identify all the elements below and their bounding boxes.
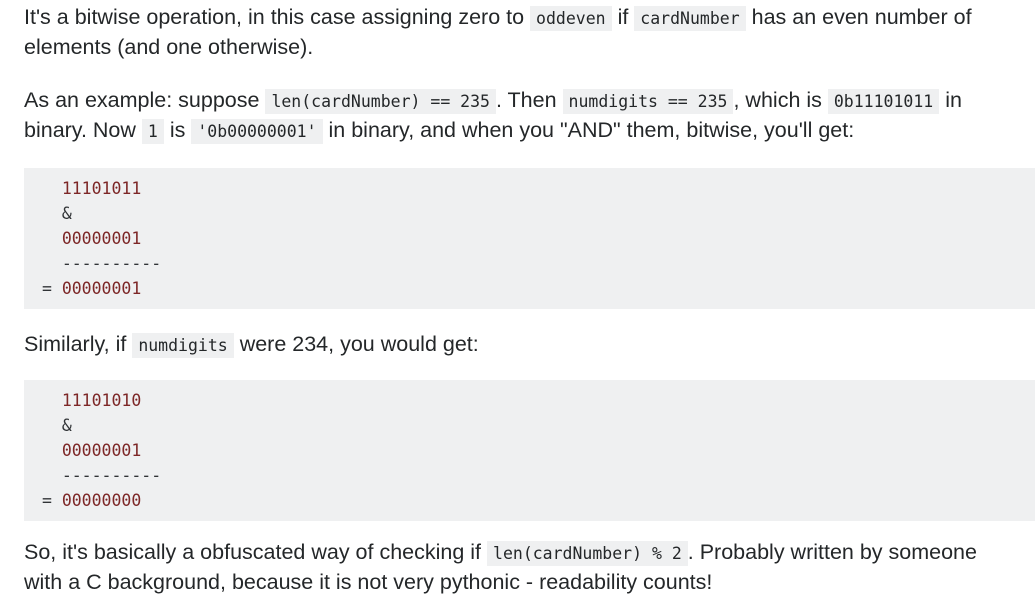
text: in [939,88,962,112]
text: Similarly, if [24,332,133,356]
binary-operand-a: 11101010 [61,391,142,410]
text: has an even number of [745,5,972,29]
inline-code: len(cardNumber) % 2 [487,541,688,566]
paragraph-example: As an example: suppose len(cardNumber) =… [24,86,1035,146]
code-line: 11101010 [32,388,1035,413]
code-line: & [32,201,1035,226]
inline-code: len(cardNumber) == 235 [265,89,496,114]
code-line: ---------- [32,251,1035,276]
paragraph-intro: It's a bitwise operation, in this case a… [24,0,1035,62]
text: , which is [733,88,828,112]
code-line: & [32,413,1035,438]
text: . Probably written by someone [687,540,977,564]
separator-dashes: ---------- [61,254,162,273]
and-operator: & [61,204,72,223]
code-line: ---------- [32,463,1035,488]
binary-result: 00000000 [61,491,142,510]
paragraph-conclusion: So, it's basically a obfuscated way of c… [24,538,1035,597]
inline-code: numdigits == 235 [562,89,734,114]
inline-code: '0b00000001' [191,119,323,144]
binary-operand-a: 11101011 [61,179,142,198]
binary-operand-b: 00000001 [61,229,142,248]
text: with a C background, because it is not v… [24,570,713,594]
and-operator: & [61,416,72,435]
inline-code: numdigits [132,333,234,358]
code-line: = 00000000 [32,488,1035,513]
inline-code: cardNumber [634,6,746,31]
text: were 234, you would get: [233,332,479,356]
text: if [611,5,635,29]
text: is [163,118,192,142]
code-block-235: 11101011 & 00000001 ---------- = 0000000… [24,168,1035,309]
text: It's a bitwise operation, in this case a… [24,5,531,29]
text: in binary, and when you "AND" them, bitw… [322,118,855,142]
code-line: = 00000001 [32,276,1035,301]
code-line: 00000001 [32,226,1035,251]
text: . Then [495,88,563,112]
inline-code: 1 [141,119,164,144]
equals-sign: = [41,279,62,298]
paragraph-similarly: Similarly, if numdigits were 234, you wo… [24,330,1035,360]
text: binary. Now [24,118,142,142]
code-block-234: 11101010 & 00000001 ---------- = 0000000… [24,380,1035,521]
inline-code: 0b11101011 [827,89,940,114]
code-line: 11101011 [32,176,1035,201]
text: As an example: suppose [24,88,266,112]
answer-body: It's a bitwise operation, in this case a… [0,0,1035,597]
separator-dashes: ---------- [61,466,162,485]
binary-result: 00000001 [61,279,142,298]
code-line: 00000001 [32,438,1035,463]
text: So, it's basically a obfuscated way of c… [24,540,488,564]
equals-sign: = [41,491,62,510]
binary-operand-b: 00000001 [61,441,142,460]
inline-code: oddeven [530,6,612,31]
text: elements (and one otherwise). [24,35,314,59]
